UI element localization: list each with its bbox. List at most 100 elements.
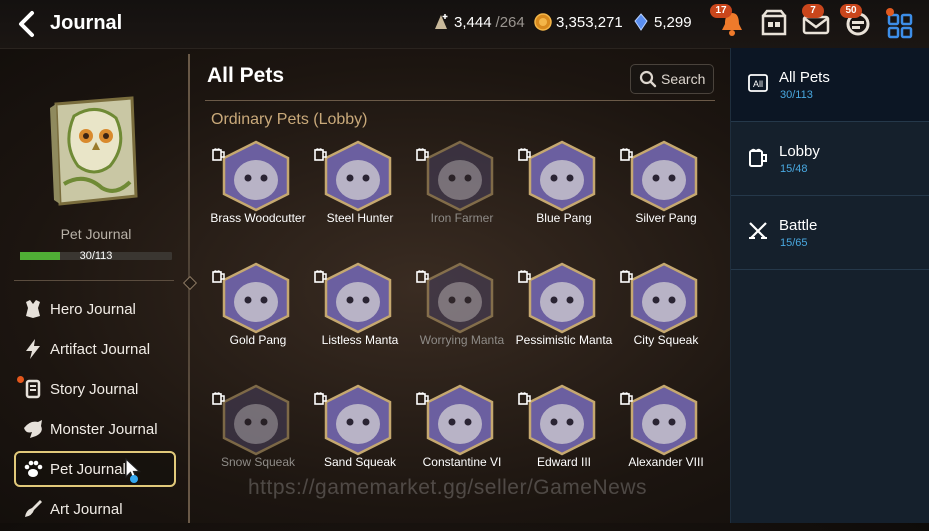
tab-label: Battle <box>779 217 818 234</box>
pet-card[interactable]: Steel Hunter <box>302 140 404 258</box>
pet-portrait-icon <box>528 140 596 212</box>
pet-portrait-icon <box>426 140 494 212</box>
journal-label: Pet Journal <box>60 226 132 242</box>
pet-portrait-icon <box>426 262 494 334</box>
pet-name: Alexander VIII <box>628 455 704 469</box>
lobby-pet-icon <box>518 270 531 283</box>
pet-card[interactable]: Brass Woodcutter <box>200 140 306 258</box>
lobby-pet-icon <box>416 392 429 405</box>
tab-lobby[interactable]: Lobby 15/48 <box>731 122 929 196</box>
lobby-pet-icon <box>416 270 429 283</box>
pet-name: Silver Pang <box>635 211 697 225</box>
filter-panel: All All Pets 30/113 Lobby 15/48 Battle 1… <box>730 48 929 523</box>
pet-name: Iron Farmer <box>430 211 494 225</box>
lobby-pet-icon <box>518 392 531 405</box>
pet-portrait-icon <box>222 262 290 334</box>
lobby-pet-icon <box>314 270 327 283</box>
tab-count: 15/65 <box>780 237 808 249</box>
pet-portrait-icon <box>324 384 392 456</box>
lobby-pet-icon <box>620 270 633 283</box>
pet-name: Edward III <box>536 455 592 469</box>
pet-card[interactable]: City Squeak <box>608 262 710 380</box>
pet-name: Pessimistic Manta <box>515 333 613 347</box>
pet-card[interactable]: Pessimistic Manta <box>506 262 612 380</box>
menu-item-monster-journal[interactable]: Monster Journal <box>14 411 176 447</box>
pet-portrait-icon <box>528 262 596 334</box>
title-divider <box>205 100 715 101</box>
pet-card[interactable]: Listless Manta <box>302 262 404 380</box>
section-title: Ordinary Pets (Lobby) <box>211 111 368 128</box>
mail-button[interactable]: 7 <box>800 4 832 40</box>
pet-card[interactable]: Silver Pang <box>608 140 710 258</box>
tab-count: 30/113 <box>780 89 813 101</box>
menu-label: Pet Journal <box>50 460 126 478</box>
shop-icon <box>761 9 787 36</box>
lobby-pet-icon <box>620 392 633 405</box>
shop-button[interactable] <box>758 8 790 40</box>
menu-label: Story Journal <box>50 380 139 398</box>
pet-name: Constantine VI <box>422 455 502 469</box>
pet-portrait-icon <box>222 384 290 456</box>
skystone-icon <box>634 13 648 31</box>
pet-name: Listless Manta <box>321 333 399 347</box>
lobby-pet-icon <box>212 392 225 405</box>
menu-item-art-journal[interactable]: Art Journal <box>14 491 176 527</box>
search-button[interactable]: Search <box>630 64 714 94</box>
pet-card[interactable]: Blue Pang <box>506 140 608 258</box>
tab-battle[interactable]: Battle 15/65 <box>731 196 929 270</box>
pet-portrait-icon <box>528 384 596 456</box>
menu-item-pet-journal[interactable]: Pet Journal <box>14 451 176 487</box>
svg-text:All: All <box>753 79 763 89</box>
pet-name: Snow Squeak <box>220 455 296 469</box>
search-label: Search <box>661 71 706 87</box>
journal-menu: Hero Journal Artifact Journal Story Jour… <box>14 291 176 531</box>
art-brush-icon <box>25 500 42 517</box>
mail-badge: 7 <box>802 4 824 18</box>
lobby-pet-icon <box>212 270 225 283</box>
beer-mug-icon <box>749 148 767 167</box>
tab-label: All Pets <box>779 69 830 86</box>
main-menu-button[interactable] <box>884 8 916 40</box>
gold-resource[interactable]: 3,353,271 <box>534 13 623 31</box>
menu-notification-dot <box>886 8 894 16</box>
crossed-swords-icon <box>749 222 767 239</box>
back-arrow-icon[interactable] <box>14 10 42 38</box>
menu-item-hero-journal[interactable]: Hero Journal <box>14 291 176 327</box>
menu-label: Monster Journal <box>50 420 158 438</box>
pet-card[interactable]: Iron Farmer <box>404 140 506 258</box>
tab-all-pets[interactable]: All All Pets 30/113 <box>731 48 929 122</box>
page-title: Journal <box>50 12 123 34</box>
monster-icon <box>24 420 42 438</box>
stamina-resource[interactable]: 3,444 /264 <box>432 13 525 31</box>
search-icon <box>639 70 657 88</box>
pet-name: Brass Woodcutter <box>210 211 306 225</box>
chat-button[interactable]: 50 <box>840 4 874 40</box>
watermark-text: https://gamemarket.gg/seller/GameNews <box>248 476 647 499</box>
story-notification-dot <box>17 376 24 383</box>
pet-name: Blue Pang <box>536 211 592 225</box>
pet-portrait-icon <box>630 262 698 334</box>
cursor-touch-indicator <box>130 475 138 483</box>
artifact-icon <box>26 339 40 359</box>
tab-count: 15/48 <box>780 163 808 175</box>
journal-sidebar: Pet Journal 30/113 Hero Journal Artifact… <box>0 48 186 523</box>
menu-item-artifact-journal[interactable]: Artifact Journal <box>14 331 176 367</box>
pet-name: Sand Squeak <box>323 455 397 469</box>
menu-item-story-journal[interactable]: Story Journal <box>14 371 176 407</box>
skystone-resource[interactable]: 5,299 <box>632 13 692 31</box>
pet-name: Gold Pang <box>229 333 287 347</box>
tab-label: Lobby <box>779 143 820 160</box>
pet-card[interactable]: Worrying Manta <box>404 262 506 380</box>
hero-icon <box>26 300 40 318</box>
gold-value: 3,353,271 <box>556 13 623 31</box>
notifications-button[interactable]: 17 <box>710 4 748 40</box>
menu-label: Art Journal <box>50 500 123 518</box>
lobby-pet-icon <box>518 148 531 161</box>
pet-name: Worrying Manta <box>419 333 505 347</box>
pet-list-panel: All Pets Search Ordinary Pets (Lobby) Br… <box>190 48 728 523</box>
pet-card[interactable]: Gold Pang <box>200 262 302 380</box>
skystone-value: 5,299 <box>654 13 692 31</box>
gold-coin-icon <box>534 13 552 31</box>
pet-portrait-icon <box>324 140 392 212</box>
stamina-icon <box>435 14 448 29</box>
